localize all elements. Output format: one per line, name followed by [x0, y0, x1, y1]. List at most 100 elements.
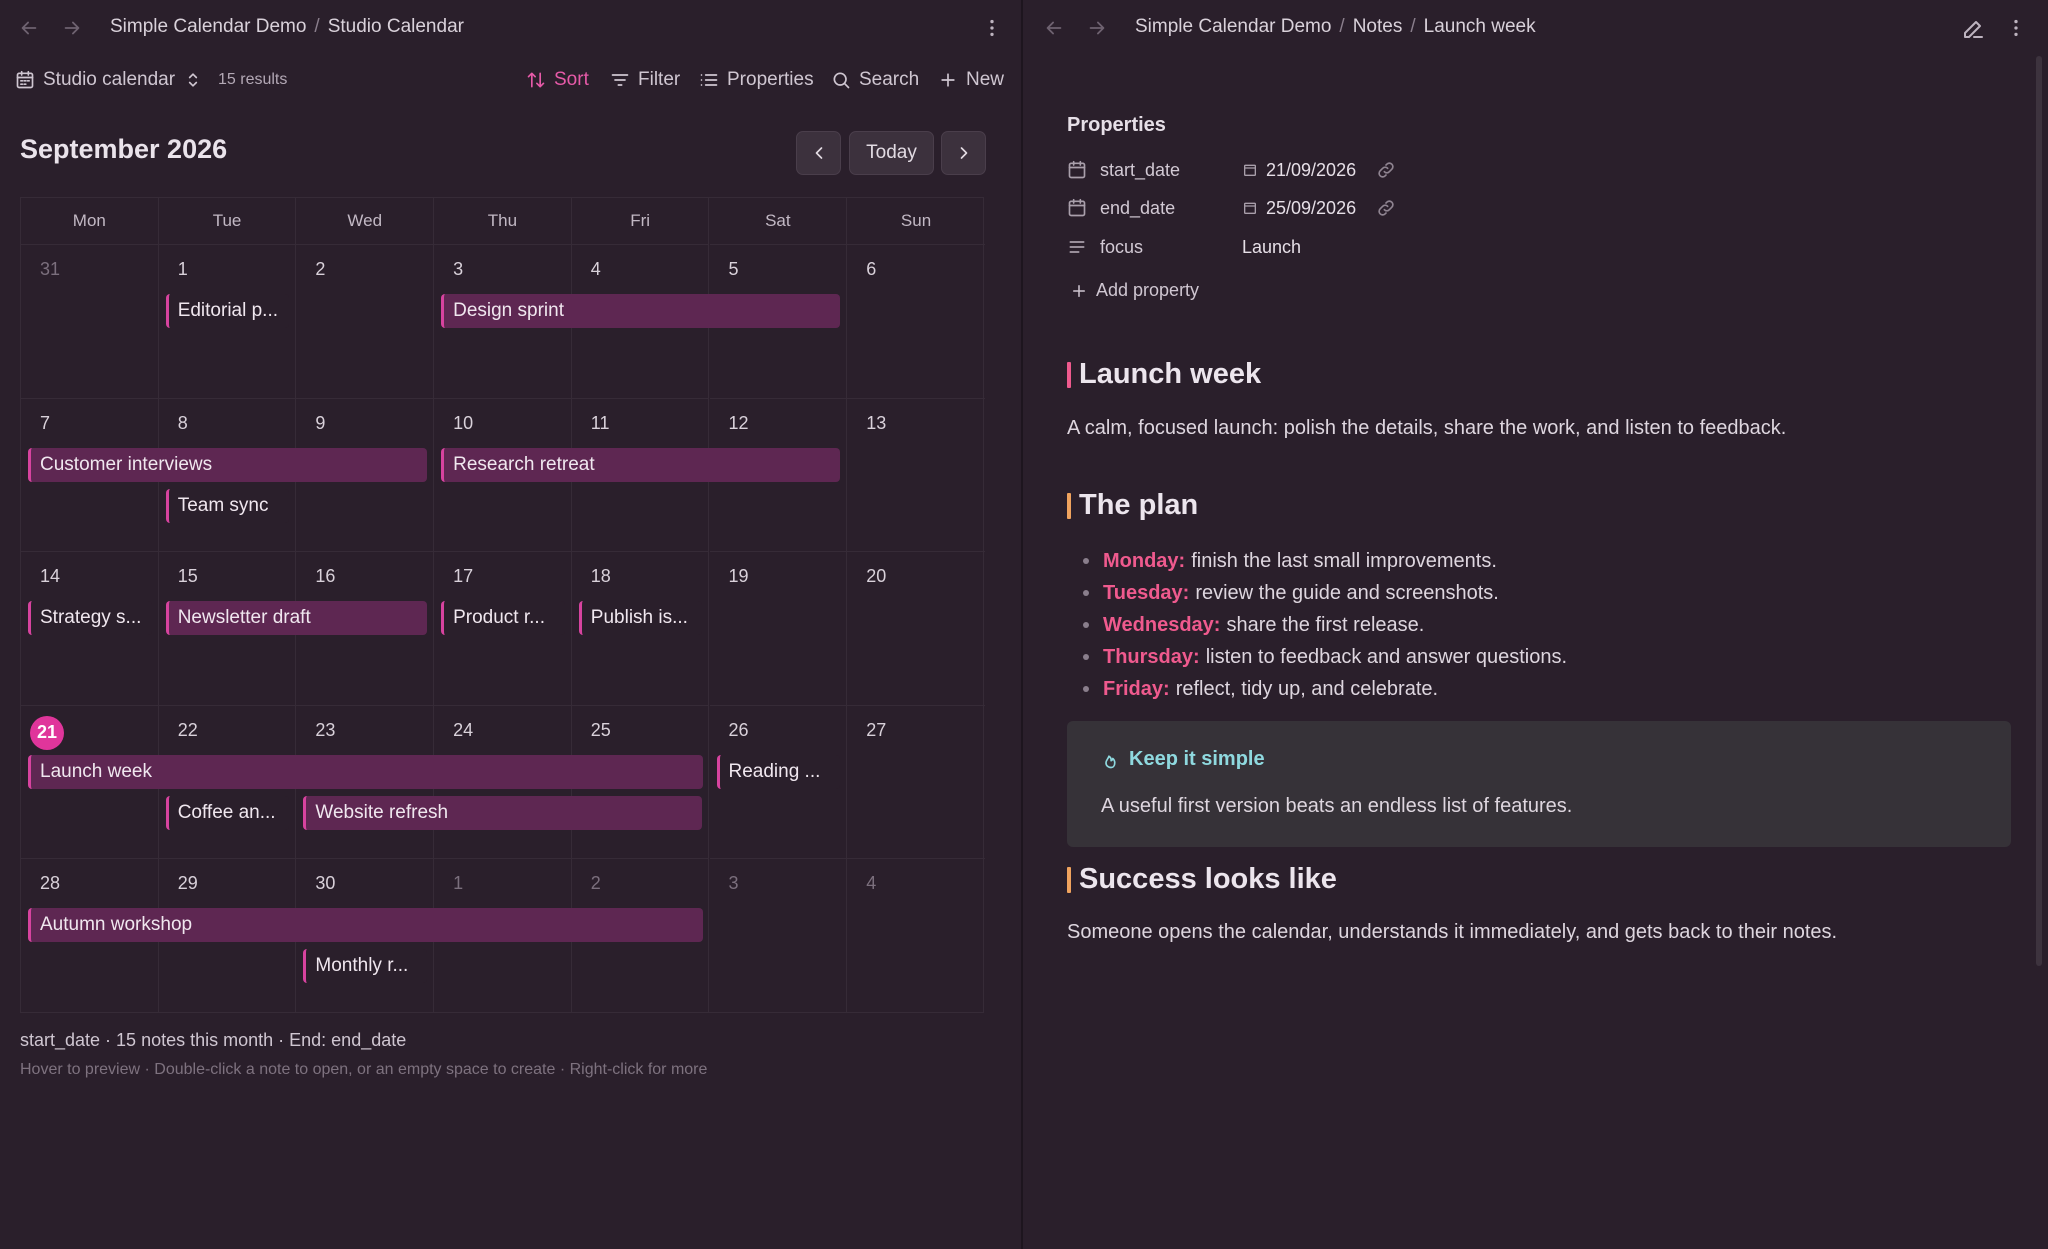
calendar-event[interactable]: Coffee an... — [165, 795, 290, 830]
calendar-event[interactable]: Autumn workshop — [28, 908, 703, 943]
sort-icon — [526, 70, 546, 90]
new-button[interactable]: New — [938, 64, 1004, 96]
breadcrumb-separator: / — [1410, 16, 1416, 37]
list-item: Wednesday: share the first release. — [1083, 609, 1567, 641]
forward-arrow-icon[interactable] — [1086, 17, 1108, 39]
calendar-event[interactable]: Research retreat — [441, 447, 841, 482]
day-number: 29 — [177, 873, 198, 894]
heading-the-plan: The plan — [1067, 489, 1198, 522]
day-number: 3 — [728, 873, 739, 894]
day-number: 16 — [315, 566, 336, 587]
breadcrumb-item[interactable]: Simple Calendar Demo — [110, 16, 306, 38]
breadcrumb: Simple Calendar Demo / Studio Calendar — [110, 16, 464, 38]
day-cell[interactable]: 31 — [21, 244, 159, 398]
view-name: Studio calendar — [43, 69, 176, 90]
view-selector[interactable]: Studio calendar — [15, 64, 203, 96]
calendar-pane: Simple Calendar Demo / Studio Calendar S… — [0, 0, 1021, 1249]
bullet — [1083, 654, 1089, 660]
weekday-header: Sun — [900, 211, 932, 230]
heading-marker — [1067, 866, 1071, 893]
list-item: Thursday: listen to feedback and answer q… — [1083, 641, 1567, 673]
prev-month-button[interactable] — [796, 131, 841, 175]
calendar-event[interactable]: Newsletter draft — [165, 601, 428, 636]
today-button[interactable]: Today — [849, 131, 934, 175]
day-number: 24 — [453, 719, 474, 740]
link-icon[interactable] — [1376, 198, 1396, 218]
text-lines-icon — [1067, 237, 1087, 257]
day-number: 20 — [866, 566, 887, 587]
calendar-event[interactable]: Website refresh — [303, 795, 703, 830]
property-value-text: 25/09/2026 — [1266, 197, 1357, 218]
day-number: 6 — [866, 259, 877, 279]
properties-button[interactable]: Properties — [699, 64, 814, 96]
forward-arrow-icon[interactable] — [61, 17, 83, 39]
calendar-event[interactable]: Strategy s... — [28, 601, 152, 636]
date-icon — [1242, 200, 1258, 216]
day-number: 4 — [866, 873, 877, 894]
calendar-event[interactable]: Launch week — [28, 754, 703, 789]
list-item: Tuesday: review the guide and screenshots… — [1083, 577, 1567, 609]
bullet — [1083, 558, 1089, 564]
more-options-icon[interactable] — [2005, 17, 2027, 39]
day-cell[interactable]: 6 — [847, 244, 985, 398]
day-number: 7 — [40, 412, 51, 433]
day-cell[interactable]: 19 — [709, 551, 848, 705]
breadcrumb-item[interactable]: Launch week — [1424, 16, 1536, 38]
day-cell[interactable]: 4 — [847, 858, 985, 1012]
link-icon[interactable] — [1376, 160, 1396, 180]
add-property-button[interactable]: Add property — [1070, 280, 1199, 301]
sort-label: Sort — [554, 69, 589, 90]
search-button[interactable]: Search — [831, 64, 919, 96]
breadcrumb-item[interactable]: Simple Calendar Demo — [1135, 16, 1331, 38]
day-number: 3 — [453, 259, 464, 279]
filter-button[interactable]: Filter — [610, 64, 680, 96]
day-number: 9 — [315, 412, 326, 433]
date-icon — [1242, 162, 1258, 178]
day-number: 19 — [728, 566, 749, 587]
calendar-event[interactable]: Customer interviews — [28, 447, 428, 482]
property-name: focus — [1100, 236, 1144, 257]
day-cell[interactable]: 13 — [847, 397, 985, 552]
property-name: start_date — [1100, 159, 1181, 180]
calendar-event[interactable]: Product r... — [441, 601, 565, 636]
day-cell[interactable]: 2 — [296, 244, 435, 398]
property-end-date[interactable]: end_date 25/09/2026 — [1067, 193, 1394, 223]
next-month-button[interactable] — [941, 131, 986, 175]
calendar-event[interactable]: Reading ... — [716, 754, 841, 789]
sort-button[interactable]: Sort — [526, 64, 589, 96]
property-value[interactable]: Launch — [1242, 237, 1301, 258]
edit-pencil-icon[interactable] — [1961, 17, 1985, 41]
day-number: 4 — [590, 259, 601, 279]
calendar-event[interactable]: Team sync — [165, 488, 290, 523]
calendar-event[interactable]: Design sprint — [441, 294, 841, 328]
day-number: 11 — [590, 412, 610, 433]
heading-marker — [1067, 361, 1071, 388]
calendar-event[interactable]: Editorial p... — [165, 294, 290, 328]
back-arrow-icon[interactable] — [18, 17, 40, 39]
calendar-icon — [15, 70, 35, 90]
calendar-event[interactable]: Publish is... — [578, 601, 703, 636]
day-cell[interactable]: 20 — [847, 551, 985, 705]
breadcrumb-separator: / — [1339, 16, 1345, 37]
more-options-icon[interactable] — [981, 17, 1003, 39]
list-item: Monday: finish the last small improvement… — [1083, 545, 1567, 577]
note-pane: Simple Calendar Demo / Notes / Launch we… — [1023, 0, 2048, 1249]
property-start-date[interactable]: start_date 21/09/2026 — [1067, 155, 1394, 185]
day-cell[interactable]: 3 — [709, 858, 848, 1012]
day-number: 14 — [40, 566, 61, 587]
calendar-summary: start_date · 15 notes this month · End: … — [20, 1030, 407, 1050]
property-focus[interactable]: focus Launch — [1067, 232, 1301, 262]
breadcrumb-item[interactable]: Notes — [1353, 16, 1403, 38]
properties-label: Properties — [727, 69, 814, 90]
scrollbar[interactable] — [2036, 56, 2042, 966]
breadcrumb-item[interactable]: Studio Calendar — [328, 16, 464, 38]
property-value[interactable]: 21/09/2026 — [1242, 160, 1396, 181]
search-label: Search — [859, 69, 920, 90]
calendar-event[interactable]: Monthly r... — [303, 949, 428, 984]
day-number: 5 — [728, 259, 739, 279]
day-number: 22 — [177, 719, 198, 740]
property-value[interactable]: 25/09/2026 — [1242, 198, 1396, 219]
day-cell[interactable]: 27 — [847, 704, 985, 859]
back-arrow-icon[interactable] — [1043, 17, 1065, 39]
property-value-text: Launch — [1242, 236, 1302, 257]
